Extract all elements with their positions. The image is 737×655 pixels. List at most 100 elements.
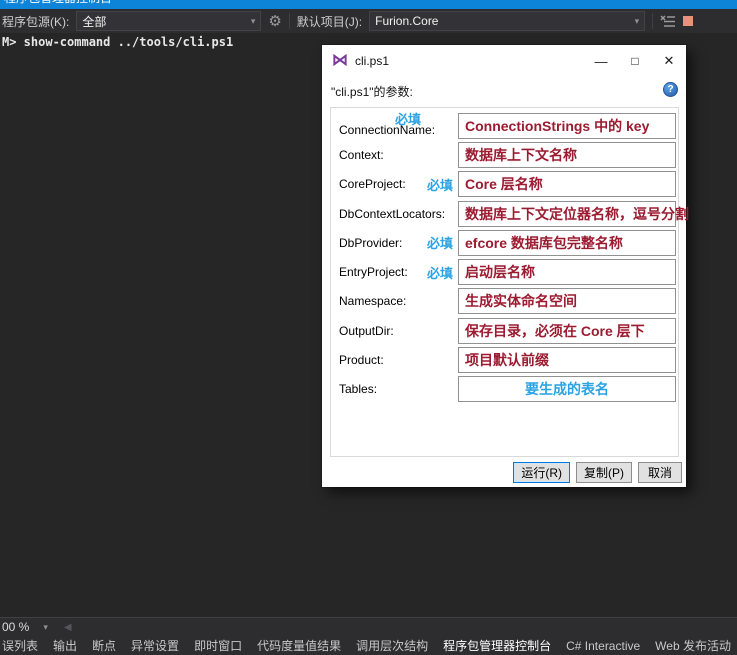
fields-group: ConnectionName: 必填 ConnectionStrings 中的 … — [330, 107, 679, 457]
field-label: EntryProject: — [339, 265, 408, 279]
field-row: Context: 数据库上下文名称 — [331, 140, 678, 169]
field-input[interactable]: 项目默认前缀 — [458, 347, 676, 373]
field-row: Tables: 要生成的表名 — [331, 375, 678, 404]
toolbar-separator — [652, 13, 653, 29]
dialog-title: cli.ps1 — [355, 54, 389, 68]
field-label: Product: — [339, 353, 384, 367]
visual-studio-icon: ⋈ — [332, 53, 348, 69]
cli-ps1-dialog: ⋈ cli.ps1 — □ ✕ "cli.ps1"的参数: ? Connecti… — [322, 45, 686, 487]
field-input[interactable]: 保存目录，必须在 Core 层下 — [458, 318, 676, 344]
field-label: DbProvider: — [339, 236, 402, 250]
panel-tab[interactable]: Web 发布活动 — [655, 637, 731, 654]
field-label-area: ConnectionName: 必填 — [339, 114, 458, 137]
console-toolbar: 程序包源(K): 全部 ▾ ⚙ 默认项目(J): Furion.Core ▾ — [0, 9, 737, 33]
field-label: Tables: — [339, 382, 377, 396]
field-input[interactable]: efcore 数据库包完整名称 — [458, 230, 676, 256]
field-watermark: 数据库上下文名称 — [459, 145, 577, 165]
field-input[interactable]: 要生成的表名 — [458, 376, 676, 402]
panel-tab[interactable]: 输出 — [53, 637, 77, 654]
field-watermark: efcore 数据库包完整名称 — [459, 233, 623, 253]
chevron-down-icon[interactable]: ▾ — [43, 622, 48, 633]
field-label: CoreProject: — [339, 177, 406, 191]
field-input[interactable]: Core 层名称 — [458, 171, 676, 197]
package-source-label: 程序包源(K): — [2, 13, 69, 30]
gear-icon[interactable]: ⚙ — [268, 14, 281, 29]
field-input[interactable]: 数据库上下文名称 — [458, 142, 676, 168]
clear-console-icon[interactable] — [660, 15, 676, 28]
copy-button[interactable]: 复制(P) — [576, 462, 632, 483]
required-badge: 必填 — [427, 175, 453, 194]
chevron-down-icon: ▾ — [629, 16, 640, 27]
field-watermark: 生成实体命名空间 — [459, 291, 577, 311]
window-controls: — □ ✕ — [584, 47, 686, 75]
panel-tab[interactable]: 代码度量值结果 — [257, 637, 341, 654]
required-badge: 必填 — [427, 233, 453, 252]
field-label-area: Tables: — [339, 382, 458, 396]
field-watermark: 启动层名称 — [459, 262, 535, 282]
field-row: DbContextLocators: 数据库上下文定位器名称，逗号分割 — [331, 199, 678, 228]
chevron-down-icon: ▾ — [245, 16, 256, 27]
toolbar-separator — [289, 13, 290, 29]
panel-tab[interactable]: 即时窗口 — [194, 637, 242, 654]
field-label: OutputDir: — [339, 324, 394, 338]
default-project-value: Furion.Core — [375, 14, 438, 28]
field-input[interactable]: ConnectionStrings 中的 key — [458, 113, 676, 139]
dialog-titlebar[interactable]: ⋈ cli.ps1 — □ ✕ — [322, 45, 686, 77]
dialog-buttons: 运行(R) 复制(P) 取消 — [322, 462, 682, 483]
field-row: Product: 项目默认前缀 — [331, 345, 678, 374]
field-watermark: 数据库上下文定位器名称，逗号分割 — [459, 204, 689, 224]
field-watermark: 项目默认前缀 — [459, 350, 549, 370]
scroll-left-icon[interactable]: ◀ — [64, 622, 72, 633]
field-row: OutputDir: 保存目录，必须在 Core 层下 — [331, 316, 678, 345]
maximize-icon[interactable]: □ — [618, 47, 652, 75]
params-label: "cli.ps1"的参数: — [331, 83, 413, 100]
cancel-button[interactable]: 取消 — [638, 462, 682, 483]
panel-tab[interactable]: 异常设置 — [131, 637, 179, 654]
field-row: DbProvider: 必填 efcore 数据库包完整名称 — [331, 228, 678, 257]
panel-tab[interactable]: 调用层次结构 — [356, 637, 428, 654]
panel-title-bar: 程序包管理器控制台 — [0, 0, 737, 9]
field-label-area: DbProvider: 必填 — [339, 233, 458, 252]
package-source-combobox[interactable]: 全部 ▾ — [76, 11, 261, 31]
field-row: EntryProject: 必填 启动层名称 — [331, 257, 678, 286]
field-label-area: DbContextLocators: — [339, 207, 458, 221]
field-label-area: EntryProject: 必填 — [339, 263, 458, 282]
field-input[interactable]: 启动层名称 — [458, 259, 676, 285]
field-watermark: 要生成的表名 — [525, 379, 609, 399]
field-watermark: 保存目录，必须在 Core 层下 — [459, 321, 645, 341]
field-label: Context: — [339, 148, 384, 162]
field-label-area: Namespace: — [339, 294, 458, 308]
panel-tabs: 误列表输出断点异常设置即时窗口代码度量值结果调用层次结构程序包管理器控制台 C# … — [0, 636, 737, 655]
field-label-area: OutputDir: — [339, 324, 458, 338]
field-label-area: Product: — [339, 353, 458, 367]
field-label: Namespace: — [339, 294, 406, 308]
default-project-combobox[interactable]: Furion.Core ▾ — [369, 11, 645, 31]
minimize-icon[interactable]: — — [584, 47, 618, 75]
default-project-label: 默认项目(J): — [297, 13, 362, 30]
field-label-area: CoreProject: 必填 — [339, 175, 458, 194]
console-output: M> show-command ../tools/cli.ps1 — [2, 35, 233, 49]
panel-title-text: 程序包管理器控制台 — [4, 0, 112, 6]
field-watermark: Core 层名称 — [459, 174, 543, 194]
stop-icon[interactable] — [683, 16, 693, 26]
panel-tab[interactable]: 程序包管理器控制台 — [443, 637, 551, 654]
panel-tab[interactable]: 断点 — [92, 637, 116, 654]
field-row: ConnectionName: 必填 ConnectionStrings 中的 … — [331, 111, 678, 140]
field-row: CoreProject: 必填 Core 层名称 — [331, 170, 678, 199]
close-icon[interactable]: ✕ — [652, 47, 686, 75]
panel-tab[interactable]: C# Interactive — [566, 639, 640, 653]
field-input[interactable]: 数据库上下文定位器名称，逗号分割 — [458, 201, 676, 227]
panel-tab[interactable]: 误列表 — [2, 637, 38, 654]
field-row: Namespace: 生成实体命名空间 — [331, 287, 678, 316]
field-label-area: Context: — [339, 148, 458, 162]
field-input[interactable]: 生成实体命名空间 — [458, 288, 676, 314]
zoom-level[interactable]: 00 % — [2, 620, 29, 634]
field-label: DbContextLocators: — [339, 207, 445, 221]
required-badge: 必填 — [427, 263, 453, 282]
editor-zoom-bar: 00 % ▾ ◀ — [0, 617, 737, 636]
help-icon[interactable]: ? — [663, 82, 678, 97]
run-button[interactable]: 运行(R) — [513, 462, 570, 483]
package-source-value: 全部 — [82, 13, 106, 30]
field-watermark: ConnectionStrings 中的 key — [459, 116, 649, 136]
required-badge: 必填 — [395, 109, 421, 128]
